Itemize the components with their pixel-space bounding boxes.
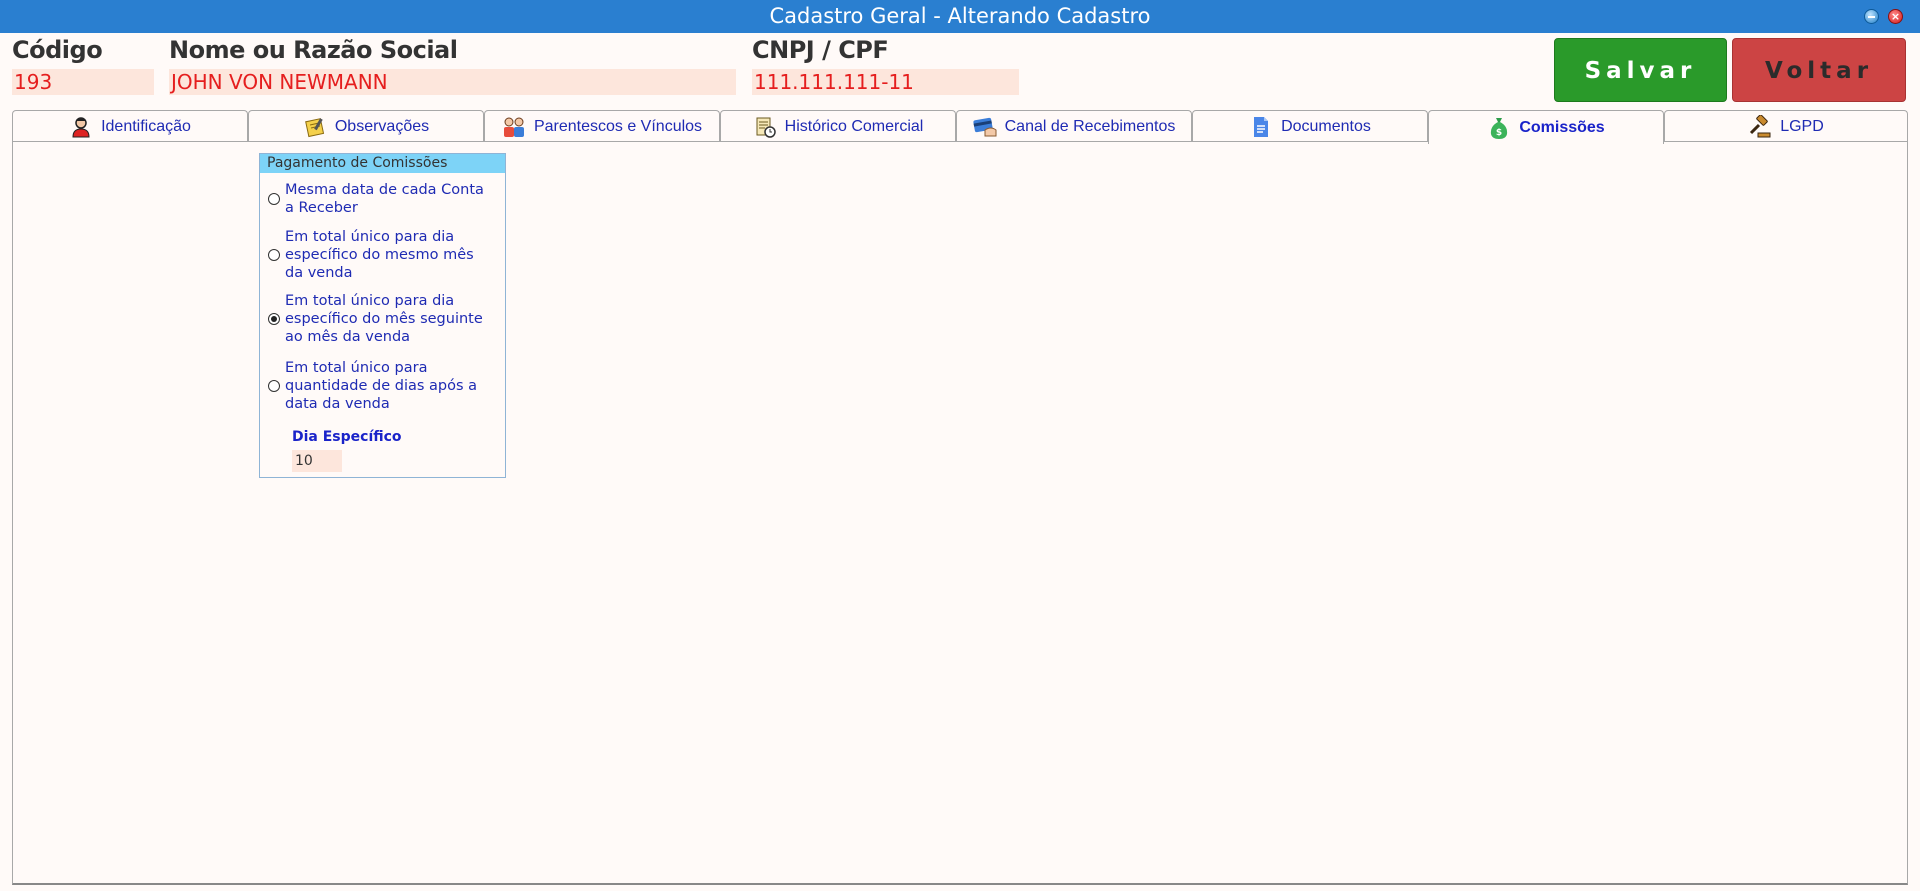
tab-label: LGPD [1780, 117, 1824, 135]
title-bar: Cadastro Geral - Alterando Cadastro × [0, 0, 1920, 33]
person-icon [69, 115, 93, 139]
tab-label: Canal de Recebimentos [1004, 117, 1176, 135]
tab-label: Documentos [1281, 117, 1371, 135]
radio-button[interactable] [268, 249, 280, 261]
tab-canal[interactable]: Canal de Recebimentos [956, 110, 1192, 142]
tab-label: Observações [334, 117, 430, 135]
tab-parentescos[interactable]: Parentescos e Vínculos [484, 110, 720, 142]
document-icon [1249, 115, 1273, 139]
save-button[interactable]: Salvar [1554, 38, 1727, 102]
family-icon [502, 115, 526, 139]
tab-identificacao[interactable]: Identificação [12, 110, 248, 142]
radio-button[interactable] [268, 193, 280, 205]
option-days-after[interactable]: Em total único para quantidade de dias a… [268, 359, 495, 413]
codigo-label: Código [12, 36, 103, 64]
tab-label: Identificação [101, 117, 191, 135]
dia-especifico-label: Dia Específico [292, 429, 402, 445]
svg-text:$: $ [1496, 128, 1502, 138]
tab-observacoes[interactable]: Observações [248, 110, 484, 142]
option-label: Em total único para dia específico do me… [285, 229, 474, 281]
radio-button[interactable] [268, 380, 280, 392]
nome-field[interactable]: JOHN VON NEWMANN [169, 69, 736, 95]
option-same-month[interactable]: Em total único para dia específico do me… [268, 228, 495, 282]
tab-label: Histórico Comercial [784, 117, 924, 135]
tab-comissoes[interactable]: $ Comissões [1428, 110, 1664, 144]
window-title: Cadastro Geral - Alterando Cadastro [769, 4, 1151, 28]
radio-button-selected[interactable] [268, 313, 280, 325]
back-button[interactable]: Voltar [1732, 38, 1906, 102]
gavel-icon [1748, 114, 1772, 139]
option-next-month[interactable]: Em total único para dia específico do mê… [268, 292, 495, 346]
tab-bar: Identificação Observações Parentescos e … [12, 110, 1908, 144]
money-bag-icon: $ [1487, 116, 1511, 140]
close-icon[interactable]: × [1888, 9, 1903, 24]
tab-lgpd[interactable]: LGPD [1664, 110, 1908, 142]
notes-icon [303, 115, 327, 139]
option-same-date[interactable]: Mesma data de cada Conta a Receber [268, 181, 495, 217]
codigo-field[interactable]: 193 [12, 69, 154, 95]
card-icon [973, 115, 997, 139]
minimize-icon[interactable] [1864, 9, 1879, 24]
cnpj-field[interactable]: 111.111.111-11 [752, 69, 1019, 95]
nome-label: Nome ou Razão Social [169, 36, 458, 64]
option-label: Em total único para quantidade de dias a… [285, 360, 478, 412]
group-title: Pagamento de Comissões [260, 154, 505, 173]
tab-label: Comissões [1519, 118, 1605, 136]
history-icon [753, 115, 777, 139]
cnpj-label: CNPJ / CPF [752, 36, 889, 64]
option-label: Mesma data de cada Conta a Receber [285, 182, 484, 216]
tab-historico[interactable]: Histórico Comercial [720, 110, 956, 142]
dia-especifico-input[interactable]: 10 [292, 450, 342, 472]
option-label: Em total único para dia específico do mê… [285, 293, 483, 345]
tab-documentos[interactable]: Documentos [1192, 110, 1428, 142]
commission-payment-group: Pagamento de Comissões Mesma data de cad… [259, 153, 506, 478]
tab-label: Parentescos e Vínculos [533, 117, 703, 135]
